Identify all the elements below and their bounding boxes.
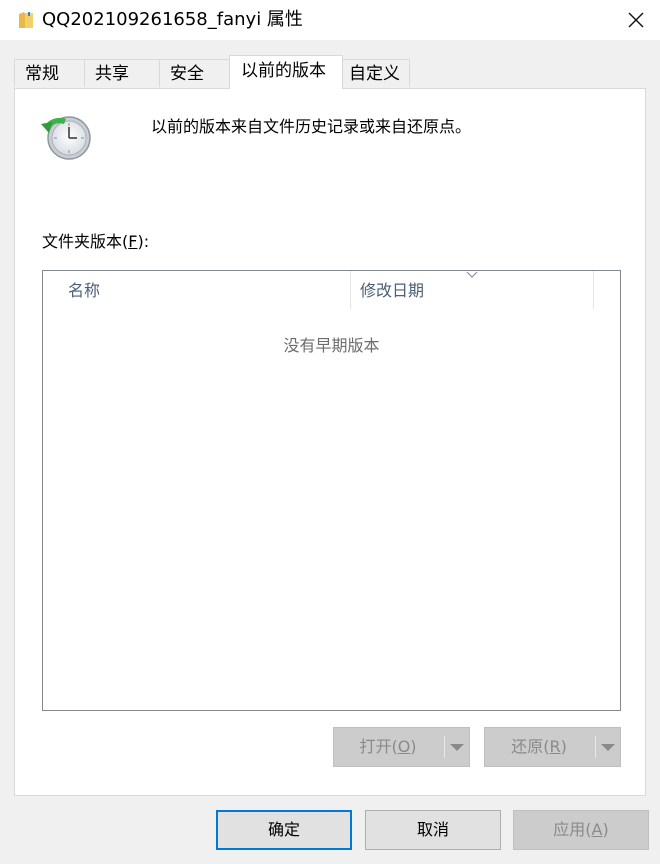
close-icon[interactable] <box>624 8 648 32</box>
apply-label-accesskey: A <box>591 820 603 839</box>
window-title: QQ202109261658_fanyi 属性 <box>42 9 303 30</box>
column-separator[interactable] <box>593 271 594 309</box>
folder-icon <box>19 12 33 28</box>
apply-label-suffix: ) <box>602 820 609 839</box>
previous-versions-panel: 以前的版本来自文件历史记录或来自还原点。 文件夹版本(F): 名称 修改日期 没… <box>14 88 646 796</box>
column-header-date-modified[interactable]: 修改日期 <box>360 271 590 311</box>
history-clock-icon <box>41 116 91 160</box>
folder-versions-label: 文件夹版本(F): <box>42 230 149 254</box>
tab-previous-versions[interactable]: 以前的版本 <box>229 55 343 89</box>
open-label-accesskey: O <box>397 737 411 756</box>
apply-button[interactable]: 应用(A) <box>513 810 649 850</box>
properties-dialog: QQ202109261658_fanyi 属性 常规 共享 安全 以前的版本 自… <box>0 0 660 864</box>
cancel-button[interactable]: 取消 <box>365 810 501 850</box>
apply-label-prefix: 应用( <box>553 820 592 839</box>
open-label-suffix: ) <box>410 737 417 756</box>
column-header-label: 修改日期 <box>360 281 425 300</box>
restore-label-prefix: 还原( <box>511 737 550 756</box>
tab-strip: 常规 共享 安全 以前的版本 自定义 <box>14 55 654 89</box>
tab-sharing[interactable]: 共享 <box>84 59 160 87</box>
column-separator[interactable] <box>350 271 351 309</box>
column-header-name[interactable]: 名称 <box>68 271 348 311</box>
versions-list[interactable]: 名称 修改日期 没有早期版本 <box>42 270 621 711</box>
column-header-label: 名称 <box>68 281 101 300</box>
open-button[interactable]: 打开(O) <box>334 728 442 766</box>
tab-label: 自定义 <box>349 64 400 84</box>
tab-label: 安全 <box>170 64 204 84</box>
split-divider <box>595 736 596 758</box>
tab-security[interactable]: 安全 <box>159 59 230 87</box>
chevron-down-icon[interactable] <box>447 740 467 754</box>
tab-label: 以前的版本 <box>241 61 326 81</box>
split-divider <box>444 736 445 758</box>
versions-label-suffix: ): <box>137 232 150 251</box>
title-bar[interactable]: QQ202109261658_fanyi 属性 <box>0 0 660 40</box>
restore-button[interactable]: 还原(R) <box>485 728 593 766</box>
tab-label: 常规 <box>25 64 59 84</box>
tab-customize[interactable]: 自定义 <box>342 59 410 87</box>
restore-label-accesskey: R <box>549 737 561 756</box>
restore-label-suffix: ) <box>560 737 567 756</box>
description-text: 以前的版本来自文件历史记录或来自还原点。 <box>151 117 472 136</box>
empty-list-message: 没有早期版本 <box>283 336 380 355</box>
restore-split-button[interactable]: 还原(R) <box>484 727 621 767</box>
tab-label: 共享 <box>95 64 129 84</box>
ok-button[interactable]: 确定 <box>216 810 352 850</box>
open-label-prefix: 打开( <box>359 737 398 756</box>
open-split-button[interactable]: 打开(O) <box>333 727 470 767</box>
versions-label-prefix: 文件夹版本( <box>42 232 129 251</box>
chevron-down-icon[interactable] <box>598 740 618 754</box>
tab-general[interactable]: 常规 <box>14 59 85 87</box>
